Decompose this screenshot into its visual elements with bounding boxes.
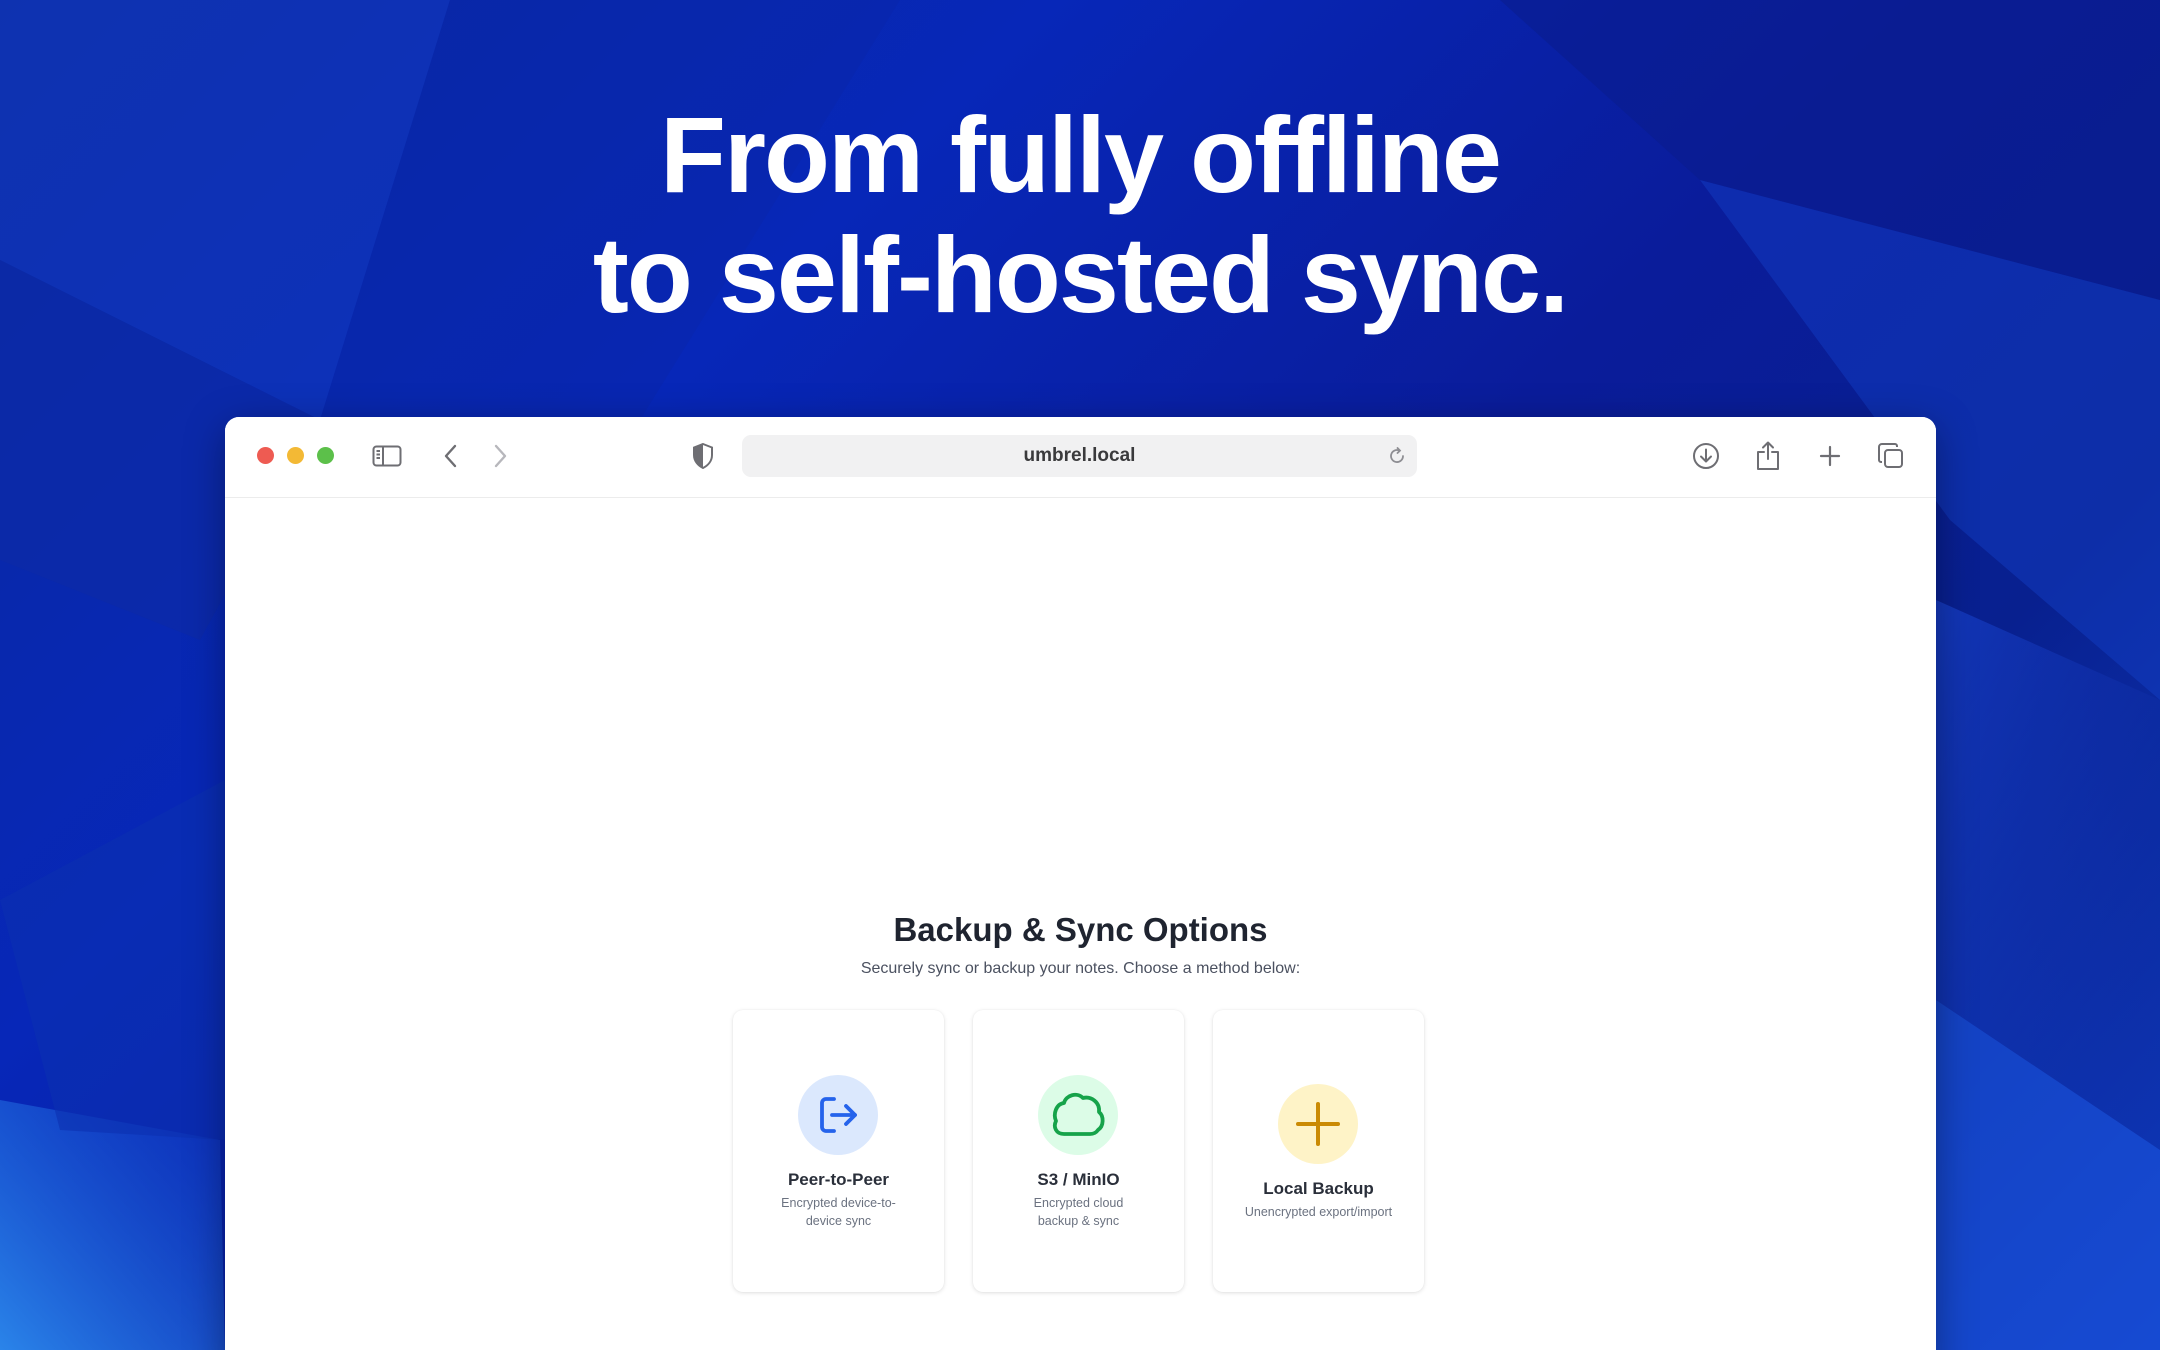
option-description: Encrypted device-to-device sync xyxy=(781,1196,896,1228)
sidebar-icon[interactable] xyxy=(372,441,402,471)
zoom-window-button[interactable] xyxy=(317,447,334,464)
page-content: Backup & Sync Options Securely sync or b… xyxy=(225,498,1936,1350)
option-description: Encrypted cloud backup & sync xyxy=(1033,1196,1124,1228)
option-card-peer-to-peer[interactable]: Peer-to-Peer Encrypted device-to-device … xyxy=(733,1010,944,1292)
minimize-window-button[interactable] xyxy=(287,447,304,464)
chevron-right-icon[interactable] xyxy=(485,441,515,471)
option-title: S3 / MinIO xyxy=(1037,1170,1120,1189)
url-text: umbrel.local xyxy=(1023,445,1136,466)
shield-icon[interactable] xyxy=(688,441,718,471)
browser-toolbar: umbrel.local xyxy=(225,417,1936,498)
hero-headline: From fully offline to self-hosted sync. xyxy=(0,95,2160,335)
tabs-overview-icon[interactable] xyxy=(1876,441,1906,471)
reload-icon[interactable] xyxy=(1387,446,1407,466)
hero-line-1: From fully offline xyxy=(660,94,1502,215)
option-card-local-backup[interactable]: Local Backup Unencrypted export/import xyxy=(1213,1010,1424,1292)
page-title: Backup & Sync Options xyxy=(893,911,1268,948)
address-bar[interactable]: umbrel.local xyxy=(742,435,1417,477)
option-title: Local Backup xyxy=(1263,1179,1374,1198)
browser-window: umbrel.local Backup & Sync Options Secur… xyxy=(225,417,1936,1350)
hero-line-2: to self-hosted sync. xyxy=(592,214,1569,335)
cloud-icon xyxy=(1038,1075,1118,1155)
marketing-screenshot: From fully offline to self-hosted sync. xyxy=(0,0,2160,1350)
plus-icon[interactable] xyxy=(1815,441,1845,471)
option-title: Peer-to-Peer xyxy=(787,1170,890,1189)
option-card-s3-minio[interactable]: S3 / MinIO Encrypted cloud backup & sync xyxy=(973,1010,1184,1292)
option-description: Unencrypted export/import xyxy=(1244,1205,1393,1219)
sign-in-arrow-icon xyxy=(798,1075,878,1155)
download-icon[interactable] xyxy=(1691,441,1721,471)
plus-icon xyxy=(1278,1084,1358,1164)
share-icon[interactable] xyxy=(1753,441,1783,471)
page-subtitle: Securely sync or backup your notes. Choo… xyxy=(860,960,1301,977)
chevron-left-icon[interactable] xyxy=(436,441,466,471)
close-window-button[interactable] xyxy=(257,447,274,464)
